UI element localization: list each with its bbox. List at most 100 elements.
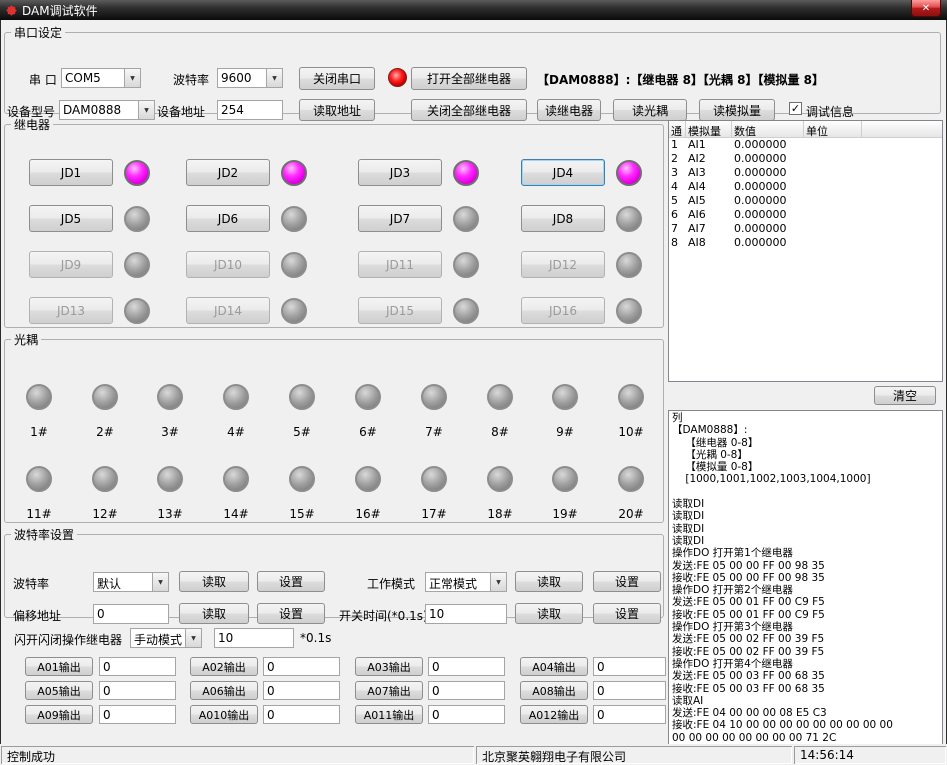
switch-time-read-button[interactable]: 读取 [515,603,583,624]
ao5-value-input[interactable] [99,681,176,700]
status-company: 北京聚英翱翔电子有限公司 [476,746,792,764]
serial-port-label: 串 口 [29,71,57,88]
flash-operation-label: 闪开闪闭操作继电器 [14,631,122,648]
opto-label-11: 11# [26,507,51,521]
cell-value: 0.000000 [732,222,804,236]
ao3-output-button[interactable]: A03输出 [355,657,423,676]
opto-lamp-8 [487,384,513,410]
opto-lamp-14 [223,466,249,492]
ao10-value-input[interactable] [263,705,340,724]
baud-read-button[interactable]: 读取 [179,571,249,592]
baud-rate-combo[interactable]: 9600 [217,68,283,88]
cell-value: 0.000000 [732,208,804,222]
relay-group: 继电器 JD1 JD2 JD3 JD4 JD5 JD6 JD7 JD8 JD9 … [4,116,664,328]
ao7-output-button[interactable]: A07输出 [355,681,423,700]
relay-button-jd3[interactable]: JD3 [358,159,442,186]
ao12-value-input[interactable] [593,705,666,724]
cell-value: 0.000000 [732,180,804,194]
ao8-output-button[interactable]: A08输出 [520,681,588,700]
opto-lamp-12 [92,466,118,492]
relay-button-jd1[interactable]: JD1 [29,159,113,186]
ao7-value-input[interactable] [428,681,505,700]
ao4-value-input[interactable] [593,657,666,676]
relay-button-jd5[interactable]: JD5 [29,205,113,232]
flash-time-input[interactable] [214,628,294,648]
relay-indicator-jd16 [616,298,642,324]
ao10-output-button[interactable]: A010输出 [190,705,258,724]
relay-button-jd10: JD10 [186,251,270,278]
relay-button-jd8[interactable]: JD8 [521,205,605,232]
chevron-down-icon[interactable] [266,69,282,87]
baud-setting-combo[interactable]: 默认 [93,572,169,592]
work-mode-combo[interactable]: 正常模式 [425,572,507,592]
work-mode-value: 正常模式 [426,573,490,591]
cell-name: AI3 [686,166,732,180]
ao2-output-button[interactable]: A02输出 [190,657,258,676]
chevron-down-icon[interactable] [152,573,168,591]
chevron-down-icon[interactable] [124,69,140,87]
opto-lamp-18 [487,466,513,492]
debug-info-checkbox[interactable]: ✓ [789,102,802,115]
close-serial-button[interactable]: 关闭串口 [299,67,375,90]
ao1-value-input[interactable] [99,657,176,676]
opto-lamp-13 [157,466,183,492]
debug-info-label: 调试信息 [806,103,854,120]
ao6-output-button[interactable]: A06输出 [190,681,258,700]
relay-button-jd4[interactable]: JD4 [521,159,605,186]
offset-set-button[interactable]: 设置 [257,603,325,624]
serial-port-combo[interactable]: COM5 [61,68,141,88]
relay-indicator-jd2 [281,160,307,186]
chevron-down-icon[interactable] [490,573,506,591]
baud-set-button[interactable]: 设置 [257,571,325,592]
ao11-output-button[interactable]: A011输出 [355,705,423,724]
ao1-output-button[interactable]: A01输出 [25,657,93,676]
offset-read-button[interactable]: 读取 [179,603,249,624]
col-analog: 模拟量 [686,121,732,137]
ao9-output-button[interactable]: A09输出 [25,705,93,724]
titlebar[interactable]: DAM调试软件 ✕ [0,0,947,20]
opto-label-1: 1# [30,425,48,439]
open-all-relays-button[interactable]: 打开全部继电器 [411,67,527,90]
ao12-output-button[interactable]: A012输出 [520,705,588,724]
work-mode-set-button[interactable]: 设置 [593,571,661,592]
flash-mode-value: 手动模式 [131,629,185,647]
switch-time-set-button[interactable]: 设置 [593,603,661,624]
ao6-value-input[interactable] [263,681,340,700]
ao3-value-input[interactable] [428,657,505,676]
close-button[interactable]: ✕ [911,0,941,17]
ao4-output-button[interactable]: A04输出 [520,657,588,676]
opto-lamp-16 [355,466,381,492]
switch-time-input[interactable] [425,604,507,624]
ao8-value-input[interactable] [593,681,666,700]
ao11-value-input[interactable] [428,705,505,724]
relay-button-jd13: JD13 [29,297,113,324]
clear-button[interactable]: 清空 [874,386,936,405]
opto-lamp-6 [355,384,381,410]
chevron-down-icon[interactable] [185,629,201,647]
relay-button-jd9: JD9 [29,251,113,278]
opto-lamp-7 [421,384,447,410]
relay-button-jd11: JD11 [358,251,442,278]
table-row: 5AI50.000000 [669,194,942,208]
relay-button-jd6[interactable]: JD6 [186,205,270,232]
ao9-value-input[interactable] [99,705,176,724]
read-analog-button[interactable]: 读模拟量 [699,99,775,121]
offset-address-input[interactable] [93,604,169,624]
ao2-value-input[interactable] [263,657,340,676]
opto-label-8: 8# [491,425,509,439]
cell-ch: 1 [669,138,686,152]
opto-label-20: 20# [618,507,643,521]
ao5-output-button[interactable]: A05输出 [25,681,93,700]
work-mode-read-button[interactable]: 读取 [515,571,583,592]
opto-label-18: 18# [487,507,512,521]
cell-name: AI8 [686,236,732,250]
table-row: 8AI80.000000 [669,236,942,250]
relay-button-jd7[interactable]: JD7 [358,205,442,232]
log-panel[interactable]: 列 【DAM0888】: 【继电器 0-8】 【光耦 0-8】 【模拟量 0-8… [668,410,943,745]
relay-button-jd2[interactable]: JD2 [186,159,270,186]
col-unit: 单位 [804,121,862,137]
cell-ch: 2 [669,152,686,166]
opto-label-14: 14# [223,507,248,521]
opto-label-2: 2# [96,425,114,439]
flash-mode-combo[interactable]: 手动模式 [130,628,202,648]
